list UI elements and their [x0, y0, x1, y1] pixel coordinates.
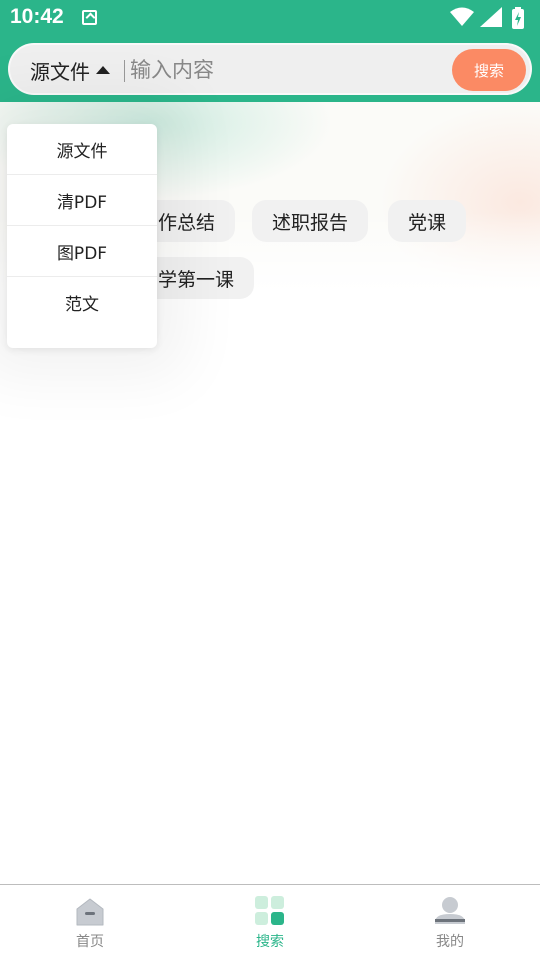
status-indicators — [450, 7, 530, 29]
status-bar: 10:42 — [0, 0, 540, 36]
dropdown-option-source-file[interactable]: 源文件 — [7, 124, 157, 175]
nav-item-search[interactable]: 搜索 — [180, 885, 360, 960]
nav-item-profile[interactable]: 我的 — [360, 885, 540, 960]
hot-tag[interactable]: 述职报告 — [252, 200, 369, 242]
dropdown-option-sample-text[interactable]: 范文 — [7, 277, 157, 328]
search-divider — [124, 60, 125, 82]
app-header: 10:42 源文件 搜索 — [0, 0, 540, 102]
nav-label-search: 搜索 — [256, 934, 284, 950]
caret-up-icon — [96, 66, 110, 74]
search-button[interactable]: 搜索 — [452, 49, 526, 91]
search-input[interactable] — [130, 53, 450, 87]
nav-label-home: 首页 — [76, 934, 104, 950]
home-icon — [76, 898, 104, 926]
scope-dropdown-menu: 源文件 清PDF 图PDF 范文 — [7, 124, 157, 348]
nav-label-profile: 我的 — [436, 934, 464, 950]
dropdown-option-clean-pdf[interactable]: 清PDF — [7, 175, 157, 226]
battery-icon — [512, 7, 524, 29]
wifi-icon — [450, 7, 474, 26]
status-time: 10:42 — [10, 5, 64, 28]
bottom-nav: 首页 搜索 我的 — [0, 884, 540, 960]
nav-item-home[interactable]: 首页 — [0, 885, 180, 960]
search-scope-select[interactable]: 源文件 — [30, 55, 110, 85]
hot-tag[interactable]: 党课 — [388, 200, 467, 242]
dropdown-option-image-pdf[interactable]: 图PDF — [7, 226, 157, 277]
notification-app-icon — [82, 10, 97, 25]
user-icon — [435, 897, 465, 924]
signal-icon — [480, 7, 502, 27]
grid-icon — [255, 896, 284, 925]
search-bar: 源文件 搜索 — [8, 43, 532, 95]
search-scope-label: 源文件 — [30, 59, 90, 84]
